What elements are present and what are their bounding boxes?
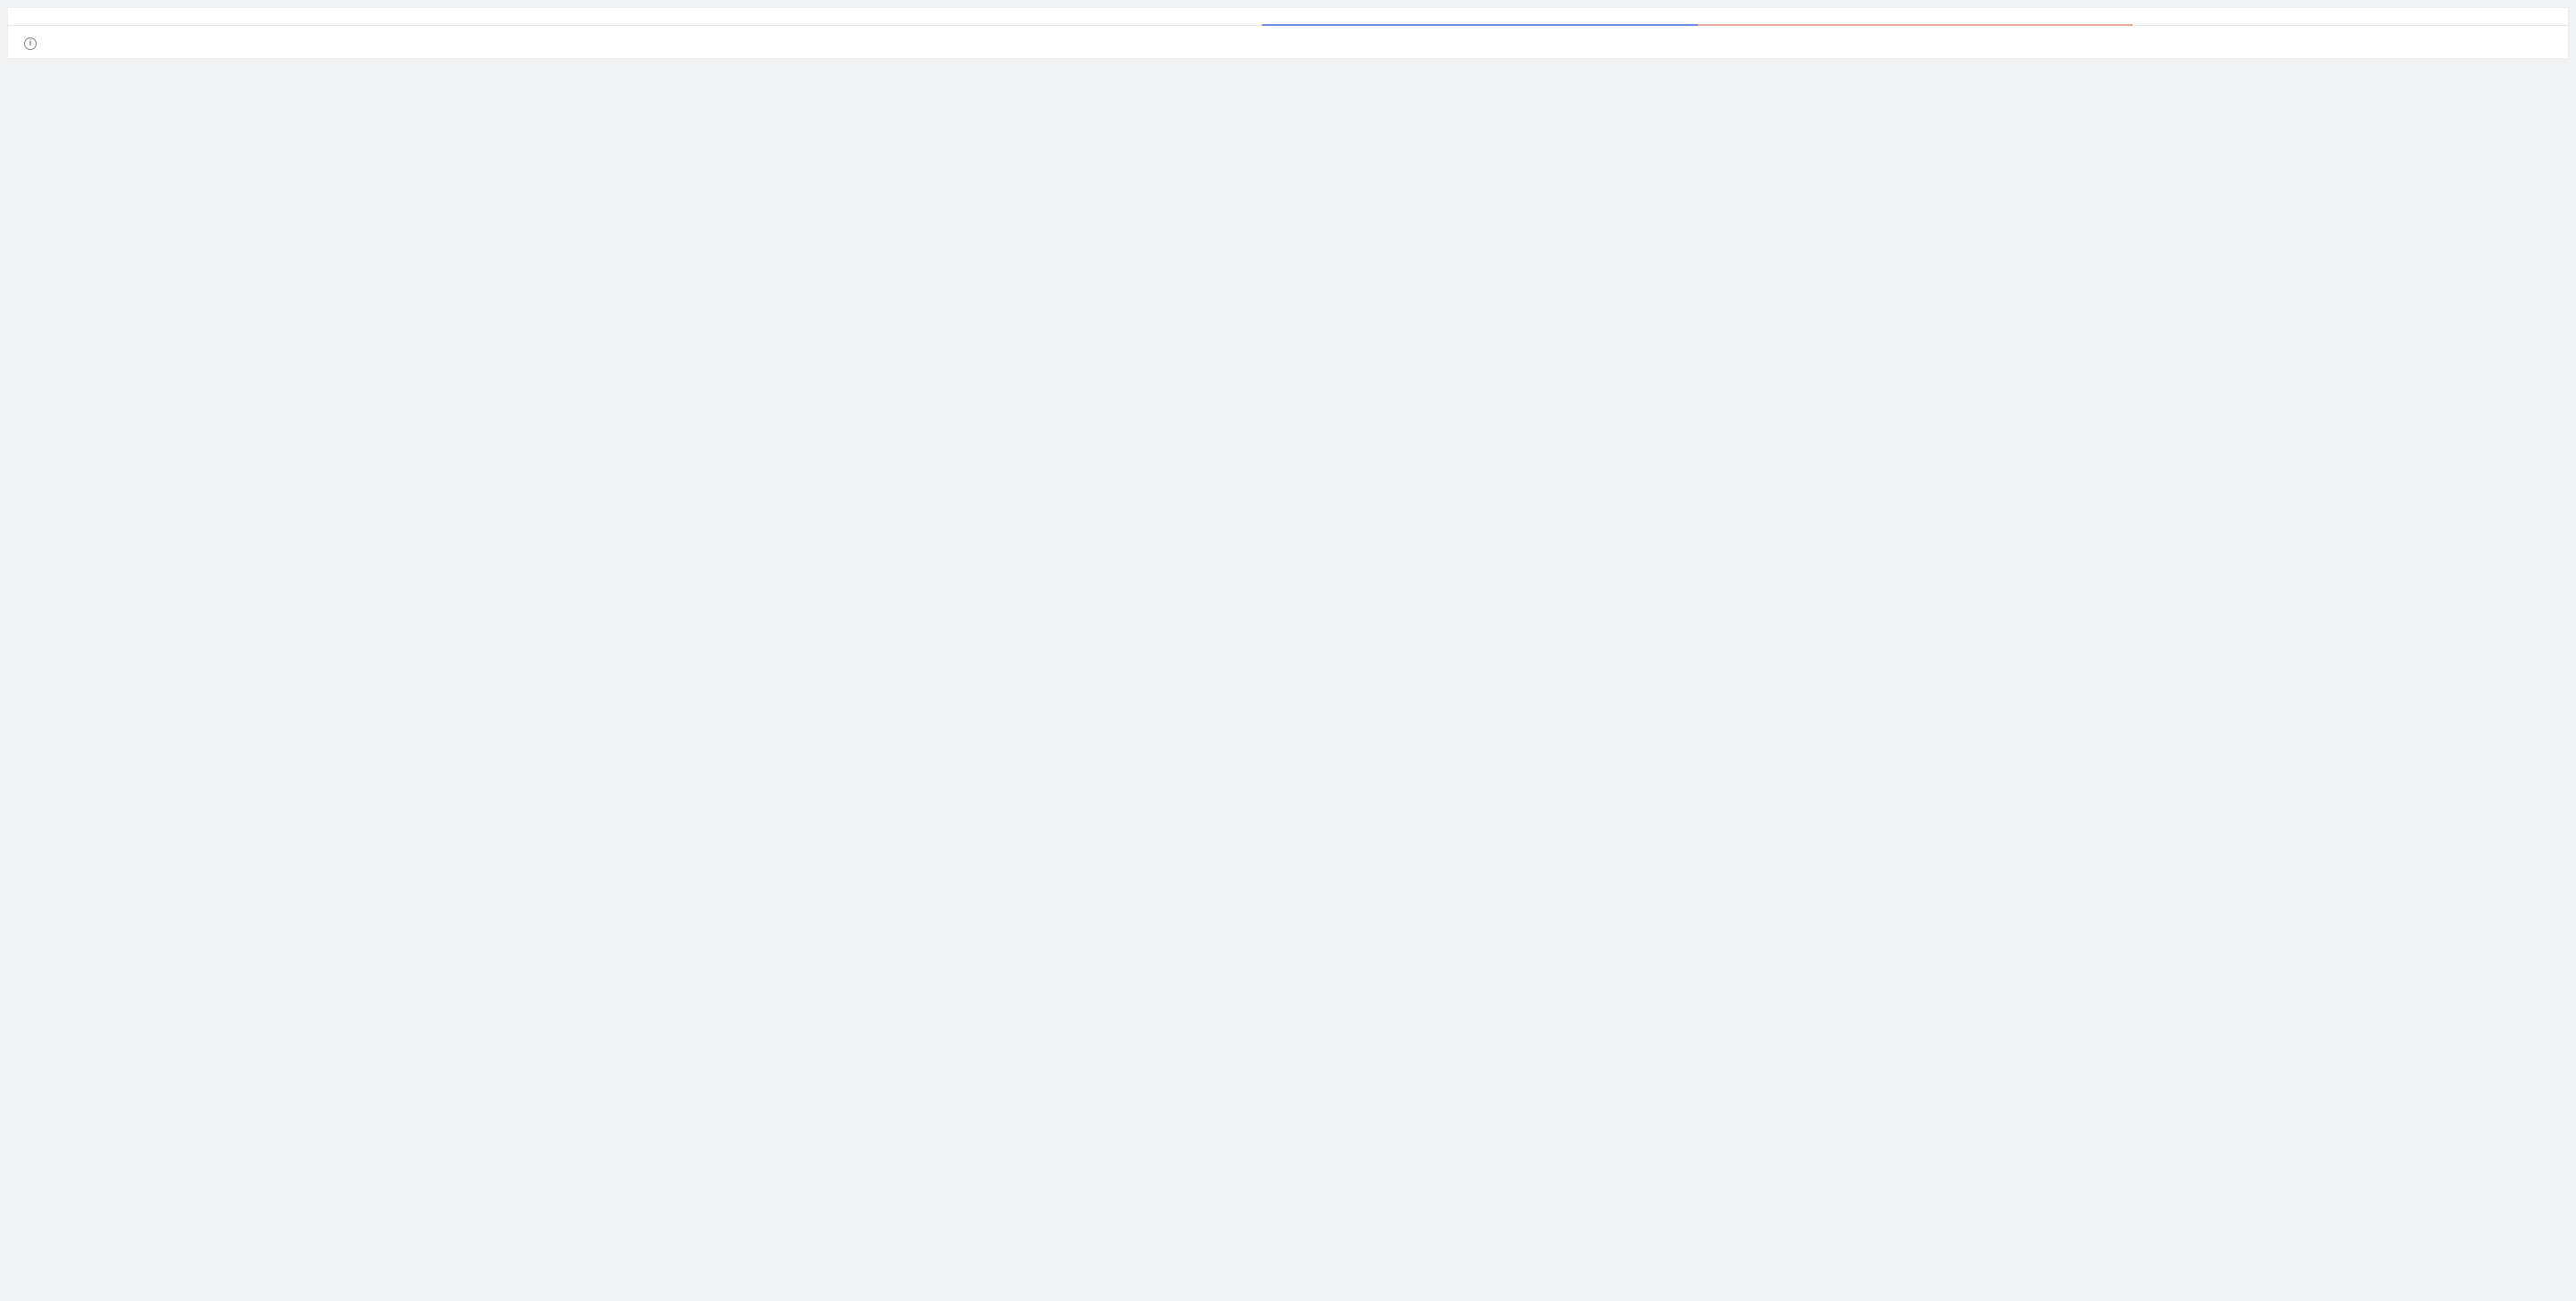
grand-total-conversions <box>1698 25 2133 58</box>
col-conversion-rate[interactable] <box>2132 8 2568 25</box>
col-source-medium[interactable] <box>802 8 1262 25</box>
report-table: i <box>7 7 2569 59</box>
col-landing-page[interactable] <box>8 8 802 25</box>
grand-total-rate <box>2132 25 2568 58</box>
grand-total-sessions <box>1262 25 1698 58</box>
table-header-row <box>8 8 2568 25</box>
col-sessions[interactable] <box>1262 8 1698 25</box>
grand-total-label: i <box>8 25 1262 58</box>
info-icon[interactable]: i <box>24 37 37 50</box>
grand-total-row: i <box>8 25 2568 58</box>
col-conversions[interactable] <box>1698 8 2133 25</box>
